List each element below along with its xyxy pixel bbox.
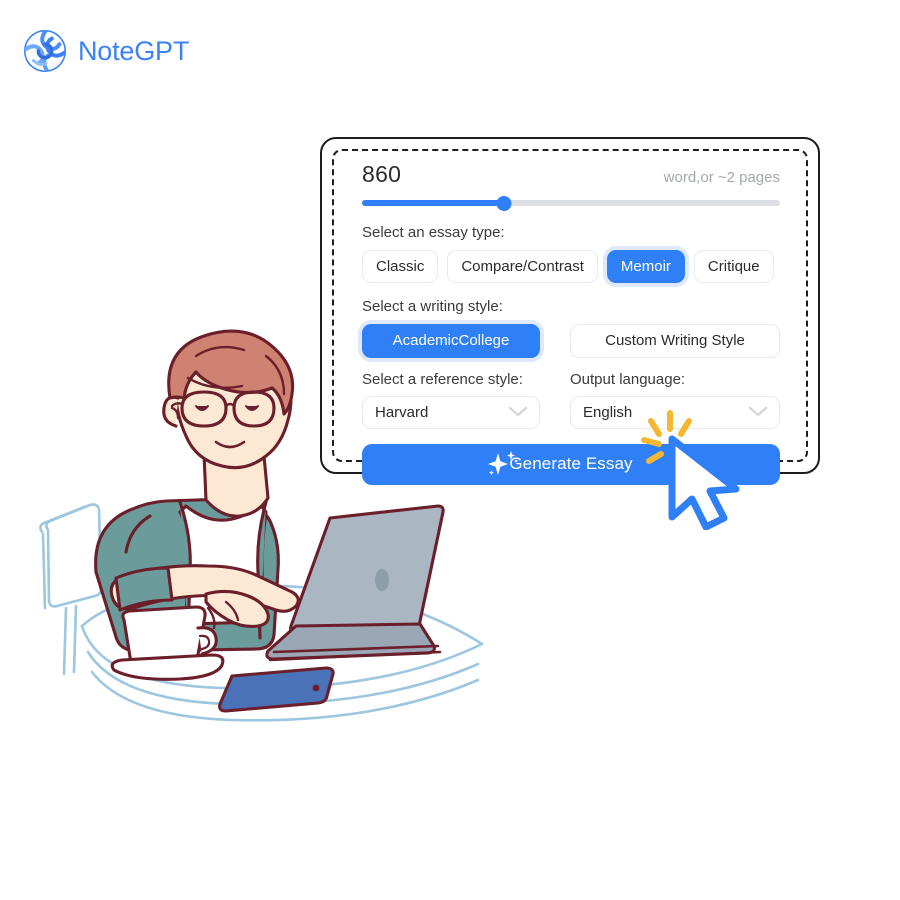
essay-type-classic[interactable]: Classic: [362, 250, 439, 284]
brand-name: NoteGPT: [78, 35, 190, 66]
essay-type-compare-contrast[interactable]: Compare/Contrast: [447, 250, 598, 284]
generate-essay-button[interactable]: Generate Essay: [362, 443, 780, 485]
sparkle-icon: [488, 451, 518, 476]
reference-style-label: Select a reference style:: [362, 370, 523, 388]
custom-writing-style-button[interactable]: Custom Writing Style: [570, 324, 780, 358]
reference-style-select[interactable]: Harvard: [362, 395, 540, 429]
essay-generator-panel: 860 word,or ~2 pages Select an essay typ…: [320, 137, 820, 485]
word-count-slider[interactable]: [362, 196, 780, 211]
output-language-value: English: [583, 403, 633, 421]
chevron-down-icon: [748, 406, 768, 417]
spiral-logo-icon: [23, 29, 67, 73]
output-language-select[interactable]: English: [570, 395, 780, 429]
style-row: AcademicCollege Select a reference style…: [362, 324, 780, 429]
brand-logo[interactable]: NoteGPT: [22, 28, 189, 74]
word-count-hint: word,or ~2 pages: [663, 169, 780, 186]
essay-type-label: Select an essay type:: [362, 224, 505, 241]
writing-style-label: Select a writing style:: [362, 298, 503, 316]
essay-type-memoir[interactable]: Memoir: [606, 250, 685, 284]
output-language-label: Output language:: [570, 370, 686, 388]
writing-style-selected[interactable]: AcademicCollege: [362, 324, 540, 358]
word-count-value: 860: [362, 161, 402, 187]
slider-thumb[interactable]: [496, 196, 512, 211]
chevron-down-icon: [508, 406, 528, 417]
essay-type-options: Classic Compare/Contrast Memoir Critique: [362, 250, 780, 284]
essay-type-critique[interactable]: Critique: [693, 250, 774, 284]
generate-essay-label: Generate Essay: [509, 454, 633, 473]
reference-style-value: Harvard: [375, 403, 429, 421]
word-count-row: 860 word,or ~2 pages: [362, 161, 780, 188]
slider-fill: [362, 200, 505, 206]
